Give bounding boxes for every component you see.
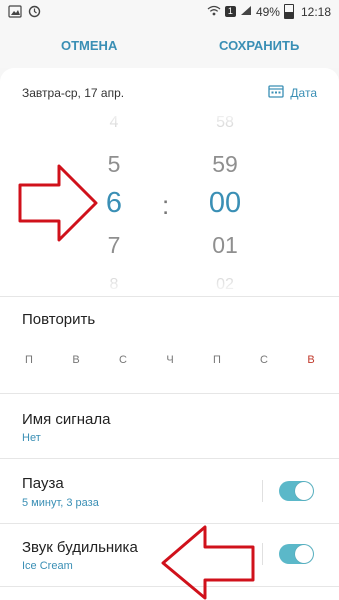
hour-selected[interactable]: 6 — [94, 187, 134, 220]
toggle-knob — [295, 482, 313, 500]
date-button[interactable]: Дата — [268, 84, 317, 101]
minute-selected[interactable]: 00 — [205, 187, 245, 220]
alarm-name-title: Имя сигнала — [22, 411, 111, 428]
snooze-toggle[interactable] — [279, 481, 314, 501]
weekday-thu[interactable]: Ч — [163, 354, 177, 366]
snooze-title: Пауза — [22, 475, 64, 492]
alarm-sound-title: Звук будильника — [22, 539, 138, 556]
weekday-wed[interactable]: С — [116, 354, 130, 366]
snooze-value: 5 минут, 3 раза — [22, 497, 99, 509]
divider — [0, 523, 339, 524]
toggle-knob — [295, 545, 313, 563]
row-separator — [262, 480, 263, 502]
save-button[interactable]: СОХРАНИТЬ — [219, 38, 299, 53]
alarm-sound-value: Ice Cream — [22, 560, 73, 572]
weekday-selector: П В С Ч П С В — [22, 354, 318, 366]
wifi-icon — [207, 5, 221, 19]
alarm-sound-toggle[interactable] — [279, 544, 314, 564]
repeat-title: Повторить — [22, 311, 96, 328]
status-bar: 1 49% 12:18 — [0, 0, 339, 24]
divider — [0, 393, 339, 394]
signal-icon — [240, 5, 252, 19]
hour-option[interactable]: 5 — [94, 151, 134, 178]
status-time: 12:18 — [300, 4, 331, 19]
weekday-fri[interactable]: П — [210, 354, 224, 366]
alarm-settings-card — [0, 68, 339, 600]
minute-option[interactable]: 01 — [205, 232, 245, 259]
weekday-sun[interactable]: В — [304, 354, 318, 366]
minute-option[interactable]: 59 — [205, 151, 245, 178]
divider — [0, 586, 339, 587]
picker-fade-top — [0, 108, 339, 132]
divider — [0, 458, 339, 459]
weekday-mon[interactable]: П — [22, 354, 36, 366]
sim-badge: 1 — [224, 6, 236, 17]
battery-percent: 49% — [255, 4, 280, 19]
battery-icon — [283, 4, 294, 19]
divider — [0, 296, 339, 297]
sync-icon — [28, 5, 41, 21]
weekday-sat[interactable]: С — [257, 354, 271, 366]
action-bar: ОТМЕНА СОХРАНИТЬ — [0, 24, 339, 68]
weekday-tue[interactable]: В — [69, 354, 83, 366]
hour-option[interactable]: 7 — [94, 232, 134, 259]
row-separator — [262, 543, 263, 565]
image-notification-icon — [8, 5, 22, 21]
alarm-name-value: Нет — [22, 432, 41, 444]
cancel-button[interactable]: ОТМЕНА — [61, 38, 117, 53]
picker-fade-bottom — [0, 272, 339, 296]
calendar-icon — [268, 84, 285, 101]
time-separator: : — [162, 190, 170, 220]
date-button-label: Дата — [290, 85, 317, 100]
alarm-date-label: Завтра-ср, 17 апр. — [22, 86, 125, 100]
